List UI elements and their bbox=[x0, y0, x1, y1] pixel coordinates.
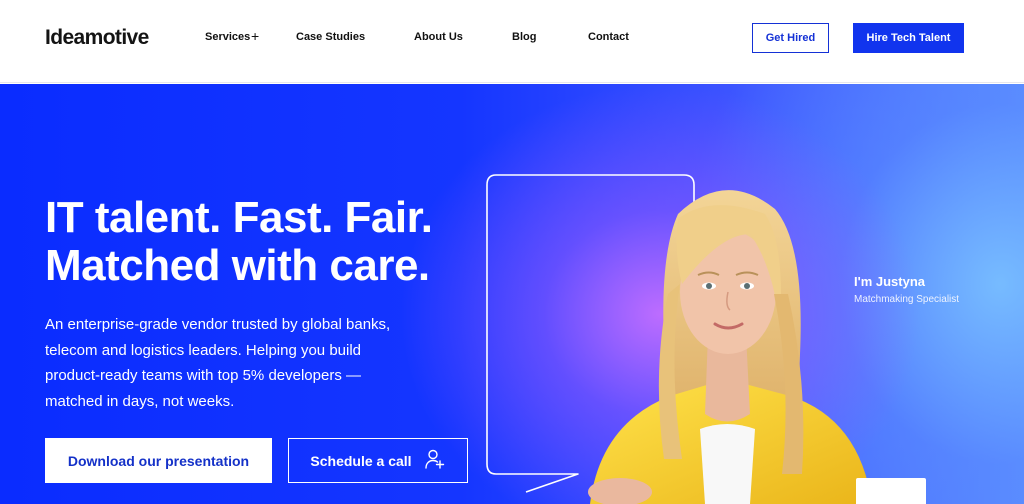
hero-section: IT talent. Fast. Fair. Matched with care… bbox=[0, 84, 1024, 504]
nav-case-studies[interactable]: Case Studies bbox=[296, 31, 365, 43]
specialist-role: Matchmaking Specialist bbox=[854, 294, 960, 305]
schedule-call-label: Schedule a call bbox=[310, 452, 412, 469]
specialist-name: I'm Justyna bbox=[854, 274, 926, 289]
nav-about-us[interactable]: About Us bbox=[414, 31, 463, 43]
nav-contact[interactable]: Contact bbox=[588, 31, 629, 43]
download-presentation-button[interactable]: Download our presentation bbox=[45, 438, 272, 483]
user-plus-icon bbox=[424, 448, 446, 473]
schedule-call-button[interactable]: Schedule a call bbox=[288, 438, 468, 483]
nav-blog[interactable]: Blog bbox=[512, 31, 536, 43]
logo[interactable]: Ideamotive bbox=[45, 26, 149, 50]
hire-tech-talent-button[interactable]: Hire Tech Talent bbox=[853, 23, 964, 53]
hero-title-line-1: IT talent. Fast. Fair. bbox=[45, 193, 433, 242]
site-header: Ideamotive Services + Case Studies About… bbox=[0, 0, 1024, 83]
floating-card bbox=[856, 478, 926, 504]
get-hired-button[interactable]: Get Hired bbox=[752, 23, 829, 53]
specialist-portrait bbox=[588, 190, 872, 504]
hero-description: An enterprise-grade vendor trusted by gl… bbox=[45, 316, 391, 410]
plus-icon[interactable]: + bbox=[251, 28, 259, 44]
hero-title: IT talent. Fast. Fair. Matched with care… bbox=[45, 194, 465, 290]
nav-services[interactable]: Services bbox=[205, 31, 250, 43]
hero-title-line-2: Matched with care. bbox=[45, 241, 430, 290]
